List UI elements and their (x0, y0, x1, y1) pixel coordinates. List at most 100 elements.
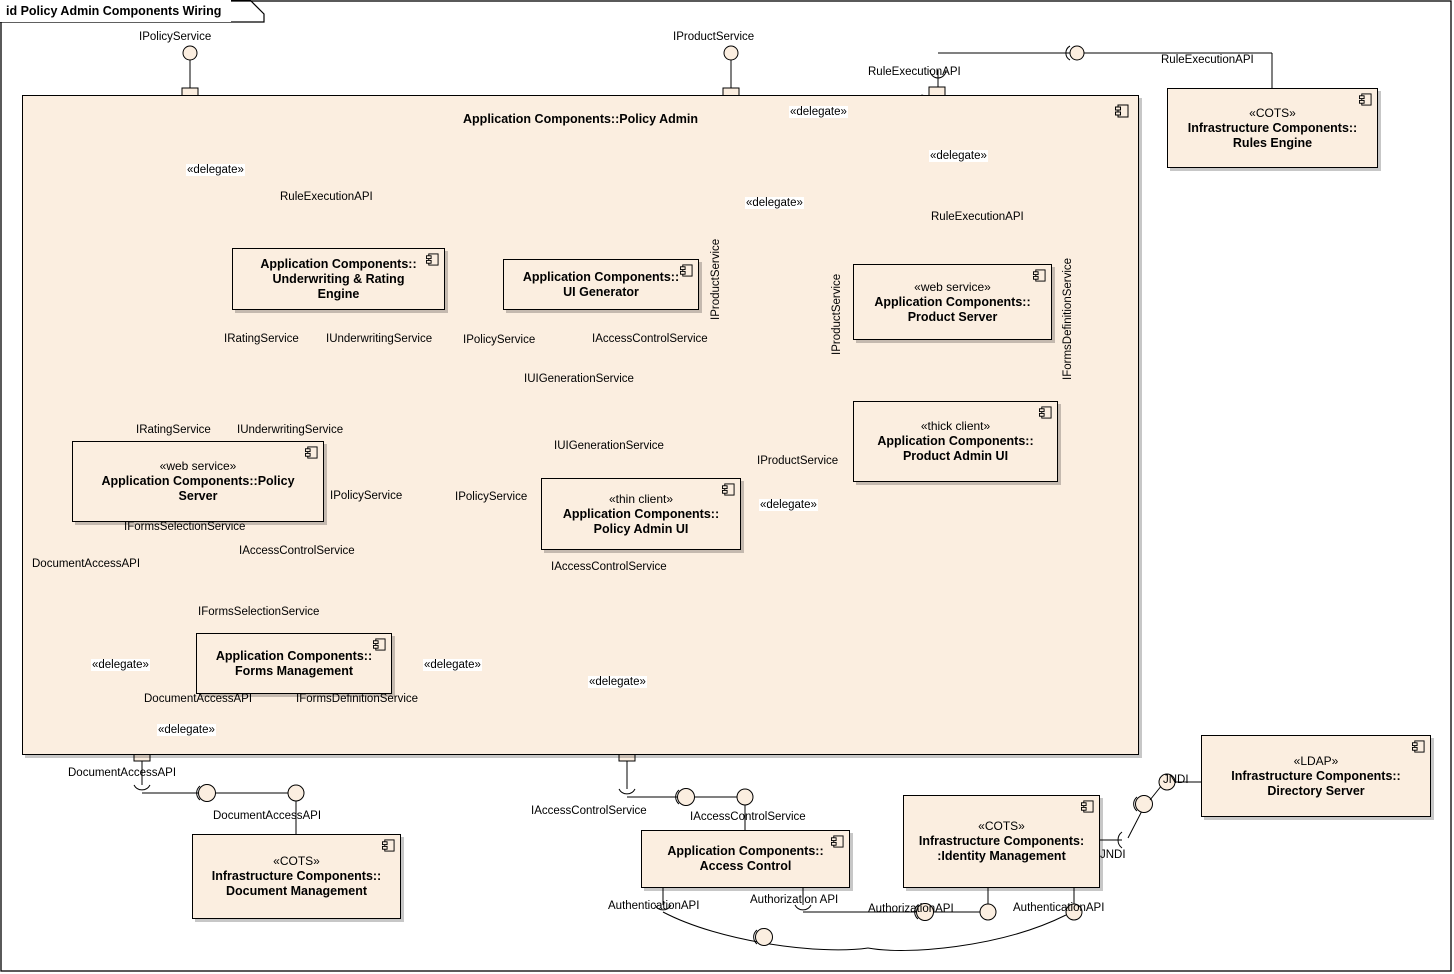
component-name-line1: Application Components::Policy (101, 474, 295, 488)
component-name-line2: Document Management (226, 884, 367, 898)
component-icon (1081, 800, 1094, 813)
label-iproductservice-vertical-trunk: IProductService (831, 273, 843, 355)
label-jndi-identitymanagement: JNDI (1100, 849, 1126, 861)
label-ruleexecutionapi-port: RuleExecutionAPI (868, 66, 961, 78)
component-name-line2: Directory Server (1267, 783, 1365, 798)
component-stereotype: «COTS» (978, 819, 1025, 833)
component-name-line2: Underwriting & Rating (272, 271, 405, 286)
label-documentaccessapi-documentmanagement: DocumentAccessAPI (213, 810, 322, 822)
label-documentaccessapi-port: DocumentAccessAPI (68, 767, 177, 779)
component-name-line1: Infrastructure Components:: (1231, 768, 1401, 783)
label-iaccesscontrolservice-policyserver: IAccessControlService (239, 545, 355, 557)
component-name-line2: Policy Admin UI (593, 521, 689, 536)
component-name-line1: Application Components:: (562, 506, 720, 521)
label-iuigenerationservice-top: IUIGenerationService (524, 373, 634, 385)
label-authorizationapi-accesscontrol: Authorization API (750, 894, 839, 906)
label-iaccesscontrolservice-accesscontrol: IAccessControlService (690, 811, 806, 823)
component-stereotype: «thin client» (608, 491, 674, 506)
component-access-control[interactable]: Application Components:: Access Control (641, 830, 850, 888)
label-delegate-ruleexec-right: «delegate» (929, 150, 988, 162)
label-iratingservice-policyserver: IRatingService (136, 424, 211, 436)
component-icon (831, 835, 844, 848)
label-ipolicyservice-policyserver-port: IPolicyService (330, 490, 403, 502)
label-iaccesscontrolservice-port: IAccessControlService (531, 805, 647, 817)
component-product-admin-ui[interactable]: «thick client» Application Components:: … (853, 401, 1058, 482)
label-documentaccessapi-policyserver: DocumentAccessAPI (32, 558, 141, 570)
label-authenticationapi-identitymanagement: AuthenticationAPI (1013, 902, 1105, 914)
component-name-line2: Product Admin UI (902, 449, 1009, 463)
component-icon (1039, 406, 1052, 419)
component-forms-management[interactable]: Application Components:: Forms Managemen… (196, 633, 392, 694)
component-name-line2: Forms Management (234, 663, 354, 678)
label-iproductservice-vertical-uigen: IProductService (710, 238, 722, 320)
component-icon (382, 839, 395, 852)
label-iproductservice-productadminui: IProductService (757, 455, 839, 467)
label-ipolicyservice-uigenerator: IPolicyService (463, 334, 536, 346)
component-identity-management[interactable]: «COTS» Infrastructure Components: :Ident… (903, 795, 1100, 888)
component-icon (426, 253, 439, 266)
label-ruleexecutionapi-engine: RuleExecutionAPI (1161, 54, 1254, 66)
label-delegate-accesscontrol-2: «delegate» (588, 676, 647, 688)
component-policy-admin-ui[interactable]: «thin client» Application Components:: P… (541, 478, 741, 550)
component-rules-engine[interactable]: «COTS» Infrastructure Components:: Rules… (1167, 88, 1378, 168)
component-icon (1033, 269, 1046, 282)
component-policy-server[interactable]: «web service» Application Components::Po… (72, 441, 324, 522)
component-icon (1359, 93, 1372, 106)
label-delegate-ruleexec-left: «delegate» (789, 106, 848, 118)
component-stereotype: «thick client» (920, 419, 991, 433)
component-name-line2: Product Server (907, 309, 998, 324)
component-name-line1: Infrastructure Components:: (1187, 120, 1358, 135)
label-ipolicyservice-top: IPolicyService (139, 31, 212, 43)
label-ruleexecutionapi-productserver: RuleExecutionAPI (931, 211, 1024, 223)
label-iunderwritingservice-engine: IUnderwritingService (326, 333, 433, 345)
component-ui-generator[interactable]: Application Components:: UI Generator (503, 259, 699, 310)
component-stereotype: «COTS» (273, 854, 320, 868)
component-stereotype: «web service» (914, 279, 991, 294)
component-icon (1412, 740, 1425, 753)
component-icon (373, 638, 386, 651)
label-ruleexecutionapi-underwriting: RuleExecutionAPI (280, 191, 373, 203)
component-name-line1: Application Components:: (667, 844, 824, 858)
label-iaccesscontrolservice-uigenerator: IAccessControlService (592, 333, 708, 345)
component-name-line1: Infrastructure Components: (918, 834, 1085, 848)
label-iproductservice-top: IProductService (673, 31, 755, 43)
component-name-line1: Infrastructure Components:: (211, 869, 382, 883)
component-stereotype: «COTS» (1249, 105, 1296, 120)
label-iuigenerationservice-bottom: IUIGenerationService (554, 440, 664, 452)
diagram-frame-label: id Policy Admin Components Wiring (0, 0, 232, 22)
label-documentaccessapi-formsmanagement: DocumentAccessAPI (144, 693, 253, 705)
component-stereotype: «web service» (159, 459, 237, 473)
label-delegate-productadmin: «delegate» (759, 499, 818, 511)
label-iunderwritingservice-policyserver: IUnderwritingService (237, 424, 344, 436)
component-product-server[interactable]: «web service» Application Components:: P… (853, 264, 1052, 340)
component-name-line1: Application Components:: (522, 269, 680, 284)
label-authenticationapi-accesscontrol: AuthenticationAPI (608, 900, 700, 912)
label-iformsdefinitionservice-vertical: IFormsDefinitionService (1062, 257, 1074, 380)
label-iformsdefinitionservice-formsmanagement: IFormsDefinitionService (296, 693, 419, 705)
component-name-line2: Server (178, 489, 218, 503)
component-stereotype: «LDAP» (1293, 753, 1339, 768)
label-iformsselectionservice-formsmanagement: IFormsSelectionService (198, 606, 320, 618)
label-ipolicyservice-policyadminui: IPolicyService (455, 491, 528, 503)
label-delegate-productservice: «delegate» (745, 197, 804, 209)
component-name-line1: Application Components:: (877, 434, 1034, 448)
label-delegate-documentaccess-2: «delegate» (157, 724, 216, 736)
label-jndi-directoryserver: JNDI (1163, 774, 1189, 786)
label-iformsselectionservice-policyserver: IFormsSelectionService (124, 521, 246, 533)
component-icon (680, 264, 693, 277)
component-diagram-canvas: id Policy Admin Components Wiring Applic… (0, 0, 1454, 974)
component-name-line3: Engine (317, 286, 360, 301)
component-name-line2: Rules Engine (1232, 135, 1313, 150)
component-directory-server[interactable]: «LDAP» Infrastructure Components:: Direc… (1201, 735, 1431, 817)
label-iaccesscontrolservice-policyadminui: IAccessControlService (551, 561, 667, 573)
component-name-line2: Access Control (699, 859, 792, 873)
component-icon (722, 483, 735, 496)
component-name-line1: Application Components:: (874, 294, 1031, 309)
component-name-line1: Application Components:: (260, 256, 417, 271)
label-delegate-documentaccess: «delegate» (91, 659, 150, 671)
component-name-line2: :Identity Management (937, 849, 1066, 863)
label-authorizationapi-identitymanagement: AuthorizationAPI (868, 903, 954, 915)
component-document-management[interactable]: «COTS» Infrastructure Components:: Docum… (192, 834, 401, 919)
label-iratingservice-engine: IRatingService (224, 333, 299, 345)
component-underwriting-rating-engine[interactable]: Application Components:: Underwriting & … (232, 248, 445, 310)
